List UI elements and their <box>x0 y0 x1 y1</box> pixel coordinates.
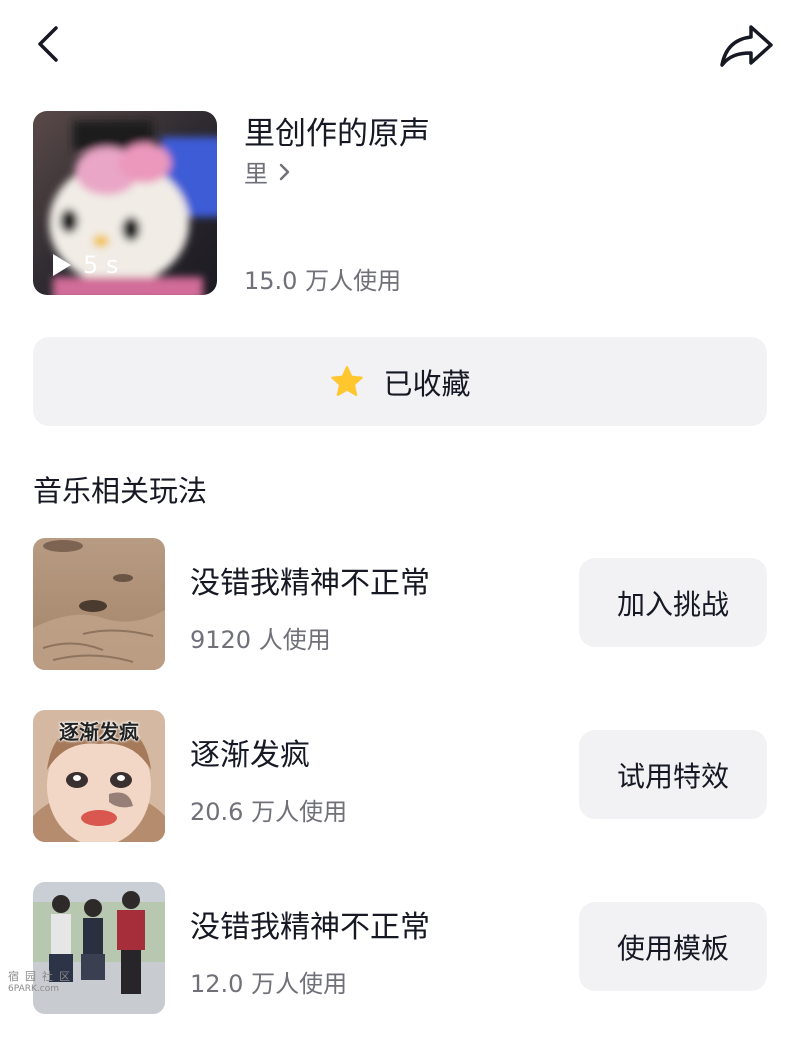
usage-count: 15.0 万人使用 <box>244 267 402 295</box>
sound-title: 里创作的原声 <box>244 116 430 152</box>
author-link[interactable]: 里 <box>244 154 292 189</box>
back-button[interactable] <box>26 22 70 66</box>
list-item[interactable]: 逐渐发疯 逐渐发疯 20.6 万人使用 试用特效 <box>0 710 800 842</box>
section-title: 音乐相关玩法 <box>33 474 208 508</box>
chevron-right-icon <box>279 163 290 180</box>
item-count: 12.0 万人使用 <box>190 970 348 998</box>
watermark-line1: 宿园社区 <box>8 970 76 983</box>
thumbnail-caption: 逐渐发疯 <box>59 720 139 744</box>
try-effect-button[interactable]: 试用特效 <box>579 730 767 819</box>
share-button[interactable] <box>716 20 776 70</box>
chevron-left-icon <box>38 26 58 62</box>
watermark-line2: 6PARK.com <box>8 984 59 994</box>
play-duration: 5 s <box>51 251 118 279</box>
join-challenge-button[interactable]: 加入挑战 <box>579 558 767 647</box>
play-icon <box>53 254 71 276</box>
favorite-label: 已收藏 <box>383 366 471 401</box>
star-icon <box>331 365 364 396</box>
sand-thumbnail-image <box>33 538 165 670</box>
list-item[interactable]: 没错我精神不正常 12.0 万人使用 使用模板 <box>0 882 800 1014</box>
item-thumbnail: 逐渐发疯 <box>33 710 165 842</box>
watermark: 宿园社区 6PARK.com <box>8 968 72 998</box>
favorite-button[interactable]: 已收藏 <box>33 337 767 426</box>
share-arrow-icon <box>720 25 773 67</box>
item-title: 逐渐发疯 <box>190 738 310 773</box>
item-count: 20.6 万人使用 <box>190 798 348 826</box>
item-count: 9120 人使用 <box>190 626 331 654</box>
author-name: 里 <box>244 160 268 188</box>
duration-label: 5 s <box>83 251 119 279</box>
use-template-button[interactable]: 使用模板 <box>579 902 767 991</box>
item-thumbnail <box>33 538 165 670</box>
item-title: 没错我精神不正常 <box>190 910 430 945</box>
item-title: 没错我精神不正常 <box>190 566 430 601</box>
sound-cover[interactable]: 5 s <box>33 111 217 295</box>
list-item[interactable]: 没错我精神不正常 9120 人使用 加入挑战 <box>0 538 800 670</box>
